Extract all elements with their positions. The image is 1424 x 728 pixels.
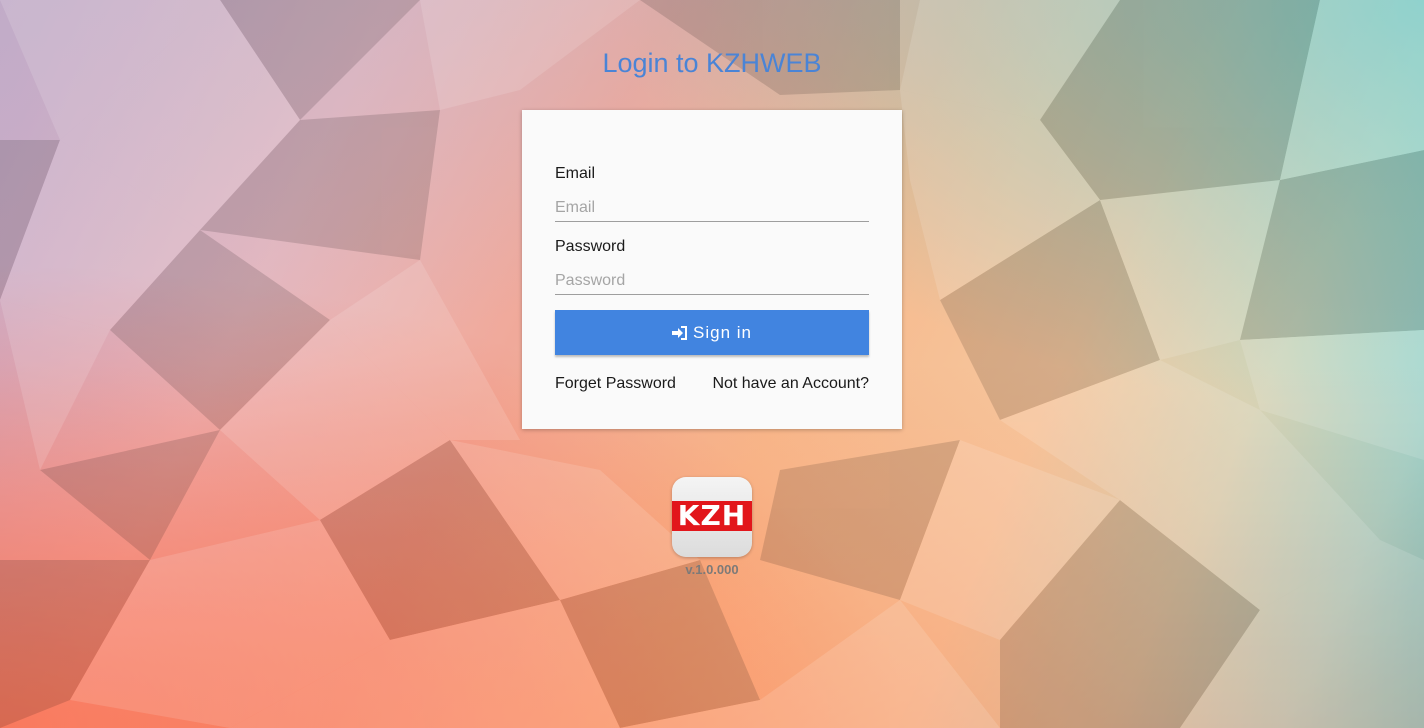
logo-text: KZH xyxy=(677,499,747,532)
sign-in-label: Sign in xyxy=(693,322,752,342)
version-label: v.1.0.000 xyxy=(685,562,739,577)
email-input[interactable] xyxy=(555,195,869,222)
password-input[interactable] xyxy=(555,268,869,295)
sign-in-button[interactable]: Sign in xyxy=(555,310,869,355)
page-title: Login to KZHWEB xyxy=(602,48,822,79)
forgot-password-link[interactable]: Forget Password xyxy=(555,375,676,393)
sign-in-icon xyxy=(672,325,687,340)
create-account-link[interactable]: Not have an Account? xyxy=(712,375,869,393)
email-label: Email xyxy=(555,165,596,182)
app-logo: KZH xyxy=(672,477,752,557)
login-card: Email Password Sign in Forget Password N… xyxy=(522,110,902,429)
password-label: Password xyxy=(555,238,626,255)
